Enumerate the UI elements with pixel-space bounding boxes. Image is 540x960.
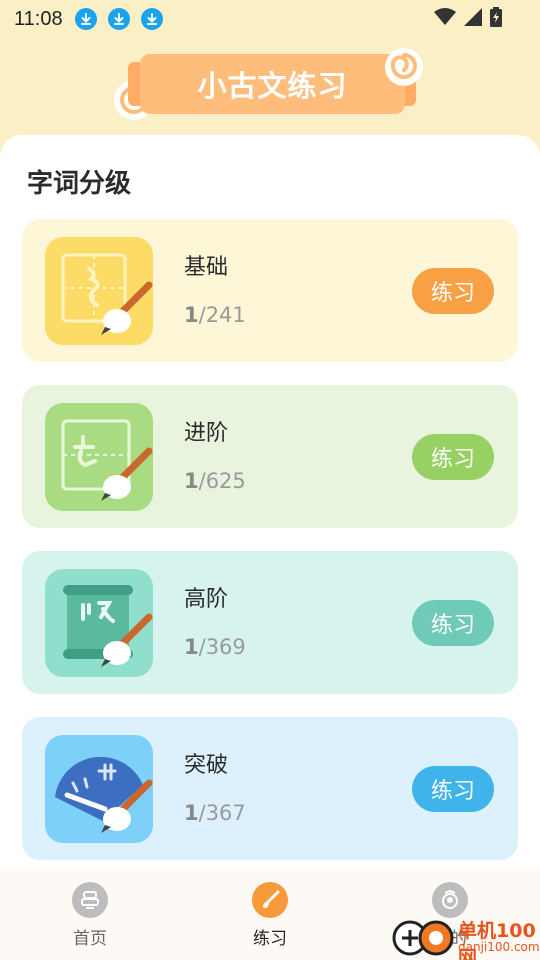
status-bar: 11:08 (0, 0, 540, 38)
level-progress: 1/241 (184, 303, 246, 327)
watermark-logo-icon (392, 920, 454, 956)
download-icon (140, 8, 163, 30)
practice-button[interactable]: 练习 (412, 434, 494, 480)
level-name: 突破 (184, 753, 229, 778)
status-time: 11:08 (14, 7, 63, 30)
brush-icon (252, 882, 288, 918)
watermark-url: danji100.com (458, 940, 540, 954)
level-name: 基础 (184, 255, 229, 280)
level-progress: 1/369 (184, 635, 246, 659)
calligraphy-brush-icon (45, 237, 153, 345)
nav-item-home[interactable]: 首页 (0, 870, 180, 960)
nav-label: 练习 (253, 929, 287, 949)
header: 小古文练习 (0, 38, 540, 148)
level-card-intermediate[interactable]: 进阶 1/625 练习 (22, 385, 518, 528)
level-progress: 1/625 (184, 469, 246, 493)
page-title: 小古文练习 (197, 69, 348, 103)
download-icon (107, 8, 130, 30)
content-panel: 字词分级 基础 1/241 练习 进阶 1/625 练习 高阶 1/369 练习… (0, 135, 540, 870)
fan-brush-icon (45, 735, 153, 843)
wifi-icon (434, 8, 456, 25)
title-banner: 小古文练习 (140, 54, 405, 114)
download-icon (74, 8, 97, 30)
home-icon (72, 882, 108, 918)
scroll-brush-icon (45, 569, 153, 677)
battery-charging-icon (490, 7, 502, 27)
status-icons (434, 7, 502, 27)
level-name: 进阶 (184, 421, 229, 446)
nav-item-practice[interactable]: 练习 (180, 870, 360, 960)
level-card-advanced[interactable]: 高阶 1/369 练习 (22, 551, 518, 694)
level-card-breakthrough[interactable]: 突破 1/367 练习 (22, 717, 518, 860)
level-name: 高阶 (184, 587, 229, 612)
level-progress: 1/367 (184, 801, 246, 825)
cellular-icon (464, 8, 482, 26)
practice-button[interactable]: 练习 (412, 766, 494, 812)
nav-label: 首页 (73, 929, 107, 949)
level-card-basic[interactable]: 基础 1/241 练习 (22, 219, 518, 362)
section-title: 字词分级 (27, 169, 132, 199)
practice-button[interactable]: 练习 (412, 268, 494, 314)
calligraphy-brush-icon (45, 403, 153, 511)
cloud-ornament-right (385, 48, 423, 86)
practice-button[interactable]: 练习 (412, 600, 494, 646)
site-watermark: 单机100网 danji100.com (392, 912, 540, 960)
